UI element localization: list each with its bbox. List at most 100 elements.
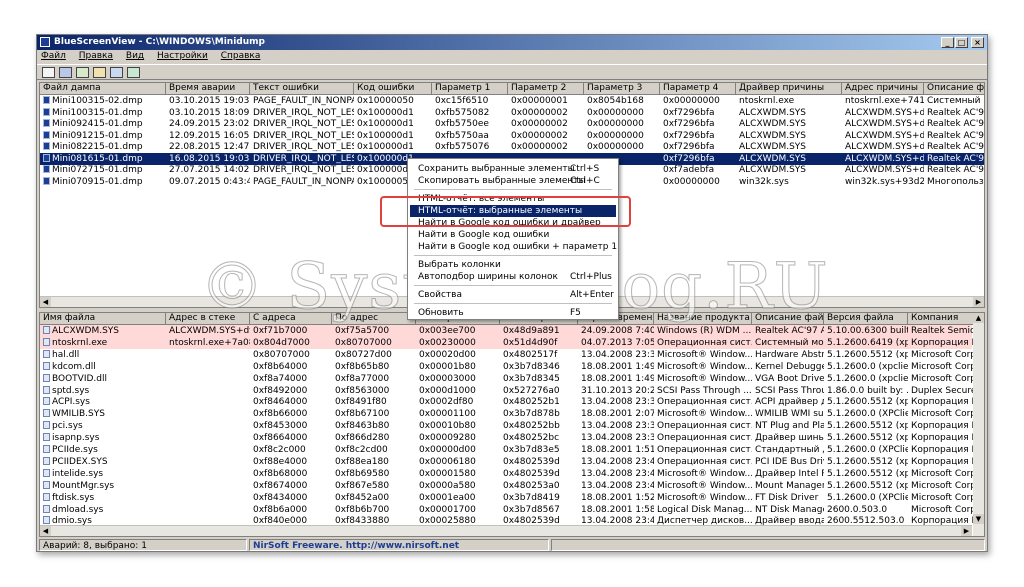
- scroll-up-arrow[interactable]: ▲: [973, 313, 984, 323]
- table-row-name[interactable]: Mini070915-01.dmp: [40, 176, 166, 188]
- table-row-name[interactable]: Mini081615-01.dmp: [40, 153, 166, 165]
- menu-file[interactable]: Файл: [41, 51, 66, 61]
- refresh-tool-icon[interactable]: [76, 67, 89, 78]
- cell-value: 18.08.2001 1:51:49: [581, 445, 654, 455]
- menu-settings[interactable]: Настройки: [157, 51, 208, 61]
- table-cell: [166, 456, 250, 468]
- table-row-name[interactable]: Mini082215-01.dmp: [40, 141, 166, 153]
- table-row-name[interactable]: ftdisk.sys: [40, 492, 166, 504]
- maximize-button[interactable]: □: [955, 37, 968, 48]
- menu-item-label: Скопировать выбранные элементы: [418, 176, 586, 186]
- table-cell: 5.1.2600.5512 (xps...: [824, 396, 908, 408]
- column-header[interactable]: Параметр 4: [660, 83, 736, 95]
- context-menu-item[interactable]: Обновить F5: [410, 307, 616, 319]
- table-cell: 18.08.2001 1:58:15: [578, 504, 654, 516]
- table-cell: 0x80707000: [250, 349, 332, 361]
- column-header[interactable]: Адрес причины: [842, 83, 924, 95]
- table-row-name[interactable]: WMILIB.SYS: [40, 408, 166, 420]
- cell-value: 0x80707000: [253, 349, 310, 360]
- table-cell: Операционная сист...: [654, 396, 752, 408]
- table-cell: DRIVER_IRQL_NOT_LESS...: [250, 130, 354, 142]
- table-cell: 0x4802539d: [500, 468, 578, 480]
- copy-tool-icon[interactable]: [93, 67, 106, 78]
- table-cell: ALCXWDM.SYS+dfbfa: [842, 107, 924, 119]
- column-header[interactable]: Текст ошибки: [250, 83, 354, 95]
- column-header[interactable]: Параметр 3: [584, 83, 660, 95]
- table-row-name[interactable]: Mini072715-01.dmp: [40, 164, 166, 176]
- exit-tool-icon[interactable]: [127, 67, 140, 78]
- table-cell: 13.04.2008 23:40:29: [578, 468, 654, 480]
- properties-tool-icon[interactable]: [42, 67, 55, 78]
- context-menu-item[interactable]: Найти в Google код ошибки: [410, 229, 616, 241]
- report-tool-icon[interactable]: [110, 67, 123, 78]
- title-bar[interactable]: BlueScreenView - C:\WINDOWS\Minidump _ □…: [37, 35, 987, 50]
- table-cell: [166, 432, 250, 444]
- table-cell: 18.08.2001 1:52:41: [578, 492, 654, 504]
- column-header[interactable]: Описание файла: [924, 83, 984, 95]
- table-row-name[interactable]: ALCXWDM.SYS: [40, 325, 166, 337]
- cell-value: ntoskrnl.exe+74168: [845, 96, 924, 106]
- column-header[interactable]: Код ошибки: [354, 83, 432, 95]
- context-menu-item[interactable]: Скопировать выбранные элементы Ctrl+C: [410, 175, 616, 187]
- table-row-name[interactable]: kdcom.dll: [40, 361, 166, 373]
- table-row-name[interactable]: pci.sys: [40, 420, 166, 432]
- scroll-left-arrow[interactable]: ◀: [40, 526, 51, 536]
- scroll-right-arrow[interactable]: ▶: [973, 297, 984, 307]
- table-cell: Microsoft® Window...: [654, 361, 752, 373]
- context-menu-item[interactable]: Найти в Google код ошибки + параметр 1: [410, 241, 617, 253]
- column-header[interactable]: Параметр 2: [508, 83, 584, 95]
- menu-help[interactable]: Справка: [221, 51, 261, 61]
- scroll-down-arrow[interactable]: ▼: [973, 514, 984, 524]
- save-tool-icon[interactable]: [59, 67, 72, 78]
- column-header[interactable]: Имя файла: [40, 313, 166, 325]
- menu-edit[interactable]: Правка: [79, 51, 113, 61]
- close-button[interactable]: ×: [971, 37, 984, 48]
- scroll-right-arrow[interactable]: ▶: [961, 526, 972, 536]
- table-row-name[interactable]: Mini100315-02.dmp: [40, 95, 166, 107]
- table-row-name[interactable]: intelide.sys: [40, 468, 166, 480]
- table-row-name[interactable]: sptd.sys: [40, 385, 166, 397]
- table-row-name[interactable]: PCIIDEX.SYS: [40, 456, 166, 468]
- context-menu-item[interactable]: Автоподбор ширины колонок Ctrl+Plus: [410, 271, 616, 283]
- table-cell: NT Disk Manager St...: [752, 504, 824, 516]
- table-cell: Kernel Debugger H...: [752, 361, 824, 373]
- context-menu-item[interactable]: Сохранить выбранные элементы Ctrl+S: [410, 163, 616, 175]
- cell-value: 0x00000002: [511, 130, 568, 141]
- minimize-button[interactable]: _: [941, 37, 954, 48]
- dump-file-icon: [43, 153, 50, 162]
- column-header[interactable]: Параметр 1: [432, 83, 508, 95]
- context-menu-item[interactable]: Свойства Alt+Enter: [410, 289, 616, 301]
- table-cell: 0xf8c2cd00: [332, 444, 416, 456]
- table-row-name[interactable]: dmload.sys: [40, 504, 166, 516]
- column-header[interactable]: Версия файла: [824, 313, 908, 325]
- driver-file-icon: [43, 504, 50, 513]
- context-menu-item[interactable]: Выбрать колонки: [410, 259, 616, 271]
- table-cell: Hardware Abstracti...: [752, 349, 824, 361]
- column-header[interactable]: Файл дампа: [40, 83, 166, 95]
- table-row-name[interactable]: Mini091215-01.dmp: [40, 130, 166, 142]
- table-cell: 0x100000d1: [354, 107, 432, 119]
- horizontal-scrollbar[interactable]: ◀ ▶: [40, 525, 972, 536]
- table-cell: 0x00001100: [416, 408, 500, 420]
- menu-view[interactable]: Вид: [126, 51, 144, 61]
- driver-list-pane[interactable]: Имя файлаАдрес в стекеС адресаПо адресРа…: [39, 312, 985, 537]
- table-row-name[interactable]: PCIIde.sys: [40, 444, 166, 456]
- table-row-name[interactable]: MountMgr.sys: [40, 480, 166, 492]
- table-row-name[interactable]: ntoskrnl.exe: [40, 337, 166, 349]
- status-credit[interactable]: NirSoft Freeware. http://www.nirsoft.net: [249, 539, 549, 551]
- annotation-highlight-box: [380, 196, 631, 227]
- cell-value: Microsoft® Window...: [657, 492, 752, 503]
- table-row-name[interactable]: Mini100315-01.dmp: [40, 107, 166, 119]
- table-cell: 0xfb575082: [432, 107, 508, 119]
- cell-value: ALCXWDM.SYS+dfbfa: [845, 165, 924, 175]
- column-header[interactable]: Время аварии: [166, 83, 250, 95]
- scroll-left-arrow[interactable]: ◀: [40, 297, 51, 307]
- column-header[interactable]: Драйвер причины: [736, 83, 842, 95]
- cell-value: 5.10.00.6300 built ...: [827, 326, 908, 336]
- vertical-scrollbar[interactable]: ▲ ▼: [973, 313, 984, 536]
- table-row-name[interactable]: isapnp.sys: [40, 432, 166, 444]
- table-row-name[interactable]: BOOTVID.dll: [40, 373, 166, 385]
- table-row-name[interactable]: hal.dll: [40, 349, 166, 361]
- table-row-name[interactable]: ACPI.sys: [40, 396, 166, 408]
- table-row-name[interactable]: Mini092415-01.dmp: [40, 118, 166, 130]
